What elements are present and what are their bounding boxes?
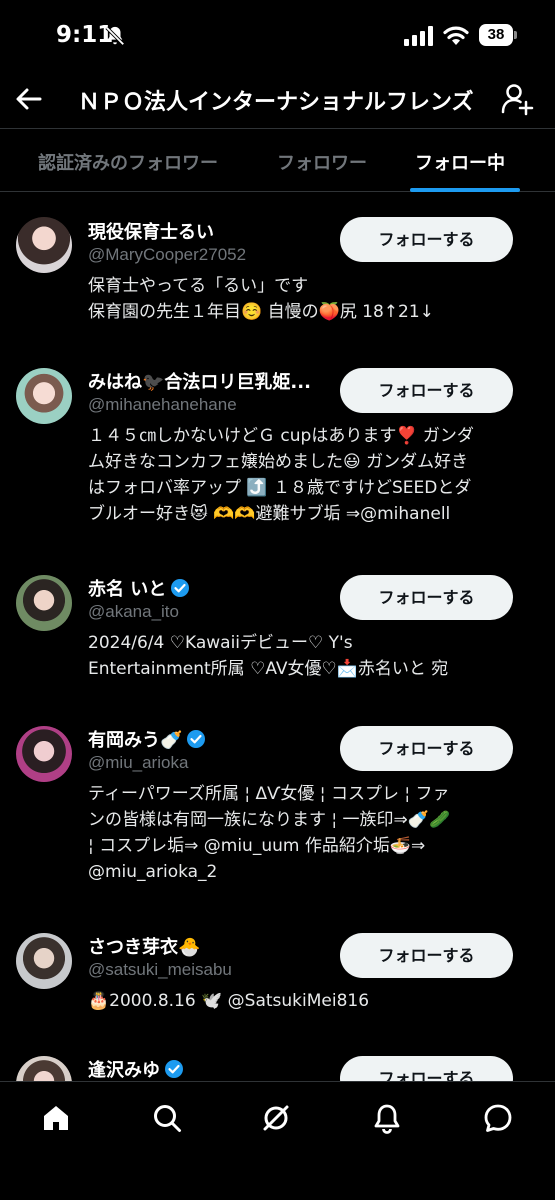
user-handle: @MaryCooper27052 [88,245,247,264]
battery-level: 38 [479,24,513,46]
bio-line: 🎂2000.8.16 🕊️ @SatsukiMei816 [88,991,370,1011]
follow-button[interactable]: フォローする [340,726,513,771]
tab-following[interactable]: フォロー中 [415,149,505,175]
user-handle: @mihanehanehane [88,395,237,414]
bio-line: １４５㎝しかないけどＧ cupはあります❣️ ガンダ [88,426,474,446]
battery-icon: 38 [479,24,517,46]
follow-button[interactable]: フォローする [340,575,513,620]
user-name[interactable]: みはね🐦‍⬛合法ロリ巨乳姫... [88,368,311,394]
bio-line: ティーパワーズ所属 ¦ ΔѴ女優 ¦ コスプレ ¦ ファ [88,784,450,804]
bio-line: 保育園の先生１年目☺️ 自慢の🍑尻 18↑21↓ [88,302,434,322]
follow-button[interactable]: フォローする [340,933,513,978]
avatar[interactable] [16,726,72,782]
bio-line: 保育士やってる「るい」です [88,276,309,296]
verified-badge-icon [187,730,206,748]
tab-bar: 認証済みのフォロワー フォロワー フォロー中 [0,128,555,192]
bio-line: ブルオー好き😻 🫶🫶避難サブ垢 ⇒@mihanell [88,504,451,524]
user-handle: @akana_ito [88,602,179,621]
bio-line: ム好きなコンカフェ嬢始めました😃 ガンダム好き [88,452,469,472]
user-name[interactable]: 逢沢みゆ [88,1056,184,1081]
notifications-icon[interactable] [371,1102,403,1134]
user-bio: 2024/6/4 ♡Kawaiiデビュー♡ Y's Entertainment所… [88,630,528,682]
avatar[interactable] [16,933,72,989]
page-title: ＮＰＯ法人インターナショナルフレンズ [78,90,474,115]
follow-button[interactable]: フォローする [340,368,513,413]
follow-button[interactable]: フォローする [340,217,513,262]
home-icon[interactable] [40,1102,72,1134]
tab-verified-followers[interactable]: 認証済みのフォロワー [38,149,218,175]
bio-line: ¦ コスプレ垢⇒ @miu_uum 作品紹介垢🍜⇒ [88,836,426,856]
search-icon[interactable] [151,1102,183,1134]
avatar[interactable] [16,368,72,424]
grok-icon[interactable] [260,1102,292,1134]
bottom-nav [0,1081,555,1200]
signal-icon [404,26,433,46]
user-bio: 保育士やってる「るい」です 保育園の先生１年目☺️ 自慢の🍑尻 18↑21↓ [88,273,528,325]
status-bar: 9:11 38 [0,0,555,70]
bio-line: @miu_arioka_2 [88,862,218,882]
user-name[interactable]: 有岡みう🍼 [88,726,206,752]
wifi-icon [443,26,469,45]
header: ＮＰＯ法人インターナショナルフレンズ [0,70,555,128]
avatar[interactable] [16,575,72,631]
user-name[interactable]: さつき芽衣🐣 [88,933,200,959]
battery-tip [514,31,517,39]
follow-button[interactable]: フォローする [340,1056,513,1081]
user-name[interactable]: 赤名 いと [88,575,190,601]
user-handle: @satsuki_meisabu [88,960,232,979]
user-bio: ティーパワーズ所属 ¦ ΔѴ女優 ¦ コスプレ ¦ ファ ンの皆様は有岡一族にな… [88,781,528,885]
bio-line: ンの皆様は有岡一族になります ¦ 一族印⇒🍼🥒 [88,810,451,830]
user-handle: @miu_arioka [88,753,189,772]
user-bio: １４５㎝しかないけどＧ cupはあります❣️ ガンダ ム好きなコンカフェ嬢始めま… [88,423,528,527]
active-tab-indicator [410,188,520,192]
bio-line: Entertainment所属 ♡AV女優♡📩赤名いと 宛 [88,659,449,679]
bio-line: 2024/6/4 ♡Kawaiiデビュー♡ Y's [88,633,353,653]
avatar[interactable] [16,1056,72,1081]
add-user-icon[interactable] [500,82,534,116]
user-bio: 🎂2000.8.16 🕊️ @SatsukiMei816 [88,988,528,1014]
user-name[interactable]: 現役保育士るい [88,218,214,244]
bell-off-icon [105,26,125,46]
verified-badge-icon [165,1060,183,1078]
avatar[interactable] [16,217,72,273]
following-list: 現役保育士るい @MaryCooper27052 フォローする 保育士やってる「… [0,193,555,1081]
back-arrow-icon[interactable] [14,84,44,114]
bio-line: はフォロバ率アップ ⤴️ １８歳ですけどSEEDとダ [88,478,472,498]
tab-followers[interactable]: フォロワー [277,149,367,175]
messages-icon[interactable] [482,1102,514,1134]
verified-badge-icon [171,579,190,597]
